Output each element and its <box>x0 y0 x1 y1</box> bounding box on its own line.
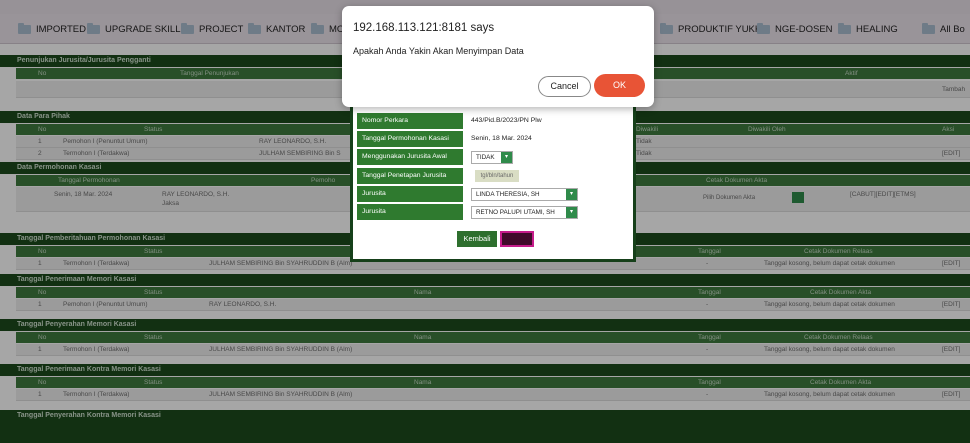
ok-button[interactable]: OK <box>594 74 645 97</box>
jurusita-2-select[interactable]: RETNO PALUPI UTAMI, SH ▾ <box>471 206 578 219</box>
field-jurusita-awal: Menggunakan Jurusita Awal TIDAK ▾ <box>357 149 633 165</box>
field-tanggal-permohonan: Tanggal Permohonan Kasasi Senin, 18 Mar.… <box>357 131 633 147</box>
select-value: RETNO PALUPI UTAMI, SH <box>476 209 555 216</box>
field-label: Jurusita <box>357 186 463 202</box>
simpan-button[interactable]: Simpan <box>500 231 534 247</box>
field-label: Tanggal Penetapan Jurusita <box>357 168 463 184</box>
kembali-button[interactable]: Kembali <box>457 231 497 247</box>
chevron-down-icon: ▾ <box>566 207 577 218</box>
field-tanggal-penetapan: Tanggal Penetapan Jurusita tgl/bln/tahun <box>357 168 633 184</box>
cancel-button[interactable]: Cancel <box>538 76 591 97</box>
field-label: Nomor Perkara <box>357 113 463 129</box>
field-label: Tanggal Permohonan Kasasi <box>357 131 463 147</box>
field-jurusita-2: Jurusita RETNO PALUPI UTAMI, SH ▾ <box>357 204 633 220</box>
confirm-dialog: 192.168.113.121:8181 says Apakah Anda Ya… <box>342 6 654 107</box>
select-value: TIDAK <box>476 154 495 161</box>
select-value: LINDA THERESIA, SH <box>476 191 540 198</box>
jurusita-awal-select[interactable]: TIDAK ▾ <box>471 151 513 164</box>
dialog-message: Apakah Anda Yakin Akan Menyimpan Data <box>353 46 524 56</box>
field-label: Jurusita <box>357 204 463 220</box>
field-nomor-perkara: Nomor Perkara 443/Pid.B/2023/PN Plw <box>357 113 633 129</box>
field-jurusita-1: Jurusita LINDA THERESIA, SH ▾ <box>357 186 633 202</box>
nomor-perkara-value: 443/Pid.B/2023/PN Plw <box>471 117 542 124</box>
chevron-down-icon: ▾ <box>501 152 512 163</box>
chevron-down-icon: ▾ <box>566 189 577 200</box>
tanggal-penetapan-input[interactable]: tgl/bln/tahun <box>475 170 519 182</box>
jurusita-1-select[interactable]: LINDA THERESIA, SH ▾ <box>471 188 578 201</box>
dialog-title: 192.168.113.121:8181 says <box>353 22 495 34</box>
jurusita-modal: Nomor Perkara 443/Pid.B/2023/PN Plw Tang… <box>350 104 636 262</box>
tanggal-permohonan-value: Senin, 18 Mar. 2024 <box>471 135 532 142</box>
field-label: Menggunakan Jurusita Awal <box>357 149 463 165</box>
